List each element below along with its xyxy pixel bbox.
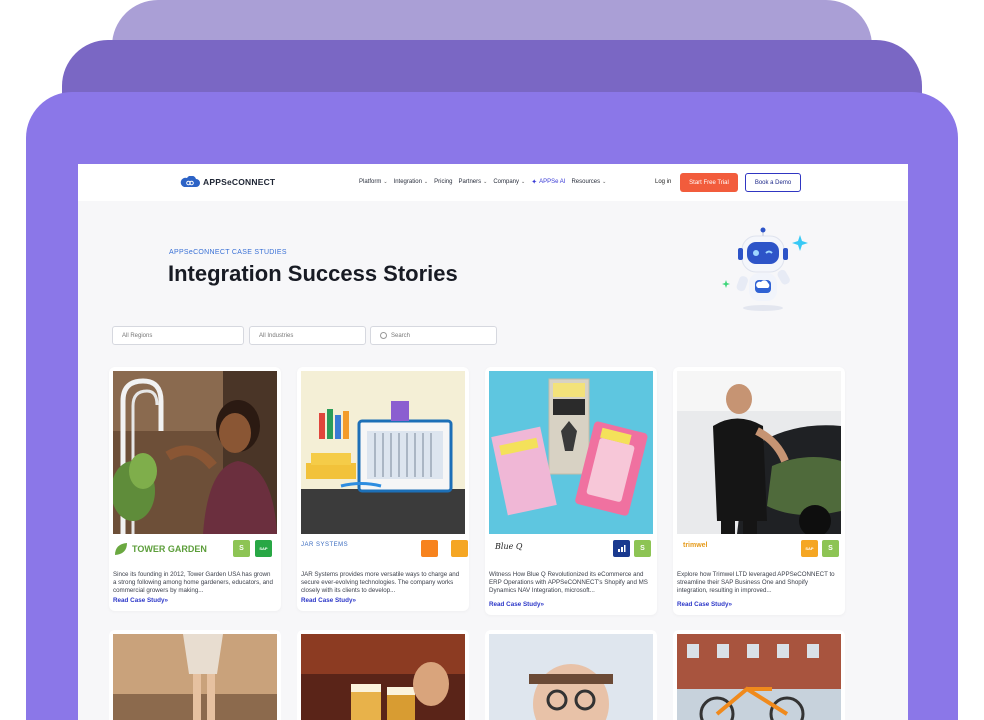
case-study-image bbox=[113, 634, 277, 720]
case-study-card[interactable] bbox=[485, 630, 657, 720]
chevron-down-icon: ⌄ bbox=[383, 179, 388, 185]
menu-item-appse-ai[interactable]: ✦ APPSe AI bbox=[531, 178, 565, 186]
read-case-study-link[interactable]: Read Case Study» bbox=[113, 597, 168, 604]
case-study-card[interactable] bbox=[297, 630, 469, 720]
read-case-study-link[interactable]: Read Case Study» bbox=[489, 601, 544, 608]
case-study-image bbox=[677, 634, 841, 720]
book-demo-button[interactable]: Book a Demo bbox=[745, 173, 801, 192]
menu-item-integration[interactable]: Integration ⌄ bbox=[394, 179, 429, 185]
brand-name: TOWER GARDEN bbox=[132, 544, 207, 554]
menu-item-label: Platform bbox=[359, 179, 382, 185]
case-study-image bbox=[301, 634, 465, 720]
brand-logo: JAR SYSTEMS bbox=[301, 542, 348, 548]
case-study-card[interactable]: JAR SYSTEMS JAR Systems provides more ve… bbox=[297, 367, 469, 611]
case-study-image bbox=[489, 371, 653, 534]
start-free-trial-button[interactable]: Start Free Trial bbox=[680, 173, 738, 192]
logo-text: APPSeCONNECT bbox=[203, 177, 276, 187]
card-logo-row: trimwel SAP S bbox=[677, 538, 841, 560]
chevron-down-icon: ⌄ bbox=[483, 179, 488, 185]
menu-item-label: Partners bbox=[458, 179, 482, 185]
page-title: Integration Success Stories bbox=[168, 261, 458, 286]
dynamics-badge-icon bbox=[613, 540, 630, 557]
case-study-card[interactable] bbox=[673, 630, 845, 720]
link-label: Read Case Study bbox=[677, 601, 729, 608]
link-label: Read Case Study bbox=[113, 597, 165, 604]
card-description: Since its founding in 2012, Tower Garden… bbox=[113, 571, 273, 595]
case-study-card[interactable] bbox=[109, 630, 281, 720]
sap-badge-icon: SAP bbox=[801, 540, 818, 557]
brand-logo[interactable]: APPSeCONNECT bbox=[180, 176, 275, 188]
chevron-down-icon: ⌄ bbox=[423, 179, 429, 185]
brand-logo: Blue Q bbox=[495, 542, 522, 551]
read-case-study-link[interactable]: Read Case Study» bbox=[677, 601, 732, 608]
brand-logo: TOWER GARDEN bbox=[113, 542, 207, 556]
card-description: JAR Systems provides more versatile ways… bbox=[301, 571, 460, 595]
menu-item-pricing[interactable]: Pricing bbox=[434, 179, 452, 185]
menu-item-company[interactable]: Company ⌄ bbox=[493, 179, 525, 185]
leaf-icon bbox=[115, 543, 127, 555]
login-link[interactable]: Log in bbox=[655, 179, 671, 185]
menu-item-partners[interactable]: Partners ⌄ bbox=[458, 179, 487, 185]
case-study-card[interactable]: TOWER GARDEN S SAP Since its founding in… bbox=[109, 367, 281, 611]
top-navigation: APPSeCONNECT Platform ⌄ Integration ⌄ Pricin… bbox=[78, 164, 908, 201]
promo-frame: APPSeCONNECT Platform ⌄ Integration ⌄ Pricin… bbox=[0, 0, 984, 720]
search-placeholder: Search bbox=[391, 332, 411, 339]
menu-item-resources[interactable]: Resources ⌄ bbox=[571, 179, 606, 185]
shopify-badge-icon: S bbox=[634, 540, 651, 557]
double-chevron-icon: » bbox=[164, 597, 168, 604]
main-menu: Platform ⌄ Integration ⌄ Pricing Partners ⌄ Com… bbox=[359, 178, 606, 186]
double-chevron-icon: » bbox=[540, 601, 544, 608]
brand-name: trimwel bbox=[683, 542, 708, 549]
double-chevron-icon: » bbox=[728, 601, 732, 608]
chevron-down-icon: ⌄ bbox=[602, 179, 607, 185]
card-description: Explore how Trimwel LTD leveraged APPSeC… bbox=[677, 571, 835, 595]
search-icon bbox=[380, 332, 387, 339]
case-study-image bbox=[113, 371, 277, 534]
website-screenshot: APPSeCONNECT Platform ⌄ Integration ⌄ Pricin… bbox=[78, 164, 908, 720]
industries-select[interactable]: All Industries bbox=[249, 326, 366, 345]
shopify-badge-icon: S bbox=[822, 540, 839, 557]
case-study-image bbox=[677, 371, 841, 534]
link-label: Read Case Study bbox=[489, 601, 541, 608]
double-chevron-icon: » bbox=[352, 597, 356, 604]
brand-name: JAR SYSTEMS bbox=[301, 542, 349, 548]
cloud-logo-icon bbox=[180, 176, 200, 187]
search-input[interactable]: Search bbox=[370, 326, 497, 345]
robot-mascot-icon bbox=[722, 227, 808, 311]
magento-badge-icon bbox=[421, 540, 438, 557]
integration-badge-icon bbox=[451, 540, 468, 557]
brand-logo: trimwel bbox=[683, 542, 708, 549]
menu-item-platform[interactable]: Platform ⌄ bbox=[359, 179, 388, 185]
menu-item-label: Integration bbox=[393, 179, 422, 185]
card-logo-row: Blue Q S bbox=[489, 538, 653, 560]
menu-item-label: APPSe AI bbox=[539, 179, 566, 185]
card-logo-row: JAR SYSTEMS bbox=[301, 538, 468, 560]
sap-badge-icon: SAP bbox=[255, 540, 272, 557]
case-study-card[interactable]: trimwel SAP S Explore how Trimwel LTD le… bbox=[673, 367, 845, 615]
card-logo-row: TOWER GARDEN S SAP bbox=[113, 538, 277, 560]
case-study-image bbox=[301, 371, 465, 534]
case-study-image bbox=[489, 634, 653, 720]
case-study-card[interactable]: Blue Q S Witness How Blue Q Revolutioniz… bbox=[485, 367, 657, 615]
read-case-study-link[interactable]: Read Case Study» bbox=[301, 597, 356, 604]
section-eyebrow: APPSeCONNECT CASE STUDIES bbox=[169, 249, 287, 256]
link-label: Read Case Study bbox=[301, 597, 353, 604]
brand-name: Blue Q bbox=[495, 542, 523, 551]
sparkle-icon: ✦ bbox=[531, 179, 538, 186]
shopify-badge-icon: S bbox=[233, 540, 250, 557]
card-description: Witness How Blue Q Revolutionized its eC… bbox=[489, 571, 648, 595]
menu-item-label: Company bbox=[493, 179, 520, 185]
menu-item-label: Resources bbox=[571, 179, 601, 185]
chevron-down-icon: ⌄ bbox=[521, 179, 526, 185]
menu-item-label: Pricing bbox=[434, 179, 453, 185]
regions-select[interactable]: All Regions bbox=[112, 326, 244, 345]
